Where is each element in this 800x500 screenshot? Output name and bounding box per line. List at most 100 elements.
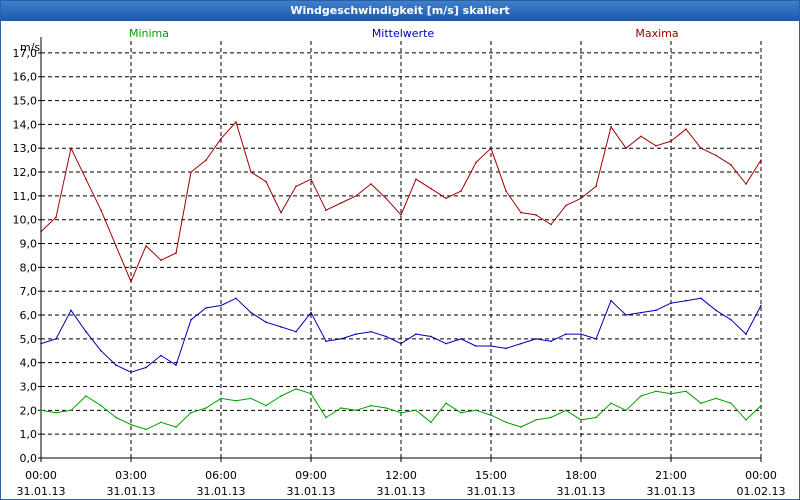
legend-mittelwerte: Mittelwerte	[372, 27, 435, 40]
data-point-minima	[400, 411, 402, 414]
data-point-maxima	[535, 214, 537, 216]
data-point-maxima	[295, 185, 297, 188]
data-point-maxima	[445, 197, 447, 200]
data-point-minima	[160, 421, 162, 424]
data-point-minima	[220, 397, 222, 400]
y-tick-label: 16,0	[13, 71, 38, 84]
data-point-maxima	[520, 211, 522, 214]
data-point-minima	[85, 395, 87, 397]
wind-speed-chart: 0,0 1,0 2,0 3,0 4,0 5,0 6,0 7,0 8,0 9,0 10,0 11,0 12…	[13, 27, 786, 498]
y-tick-label: 2,0	[20, 404, 38, 417]
data-point-maxima	[700, 147, 702, 150]
data-point-mittelwerte	[490, 345, 492, 347]
y-tick-label: 3,0	[20, 381, 38, 394]
data-point-maxima	[190, 171, 192, 173]
data-point-minima	[40, 409, 42, 412]
x-tick-date-label: 31.01.13	[287, 485, 336, 498]
data-point-mittelwerte	[160, 354, 162, 357]
legend-minima: Minima	[129, 27, 169, 40]
data-point-mittelwerte	[355, 333, 357, 335]
data-point-maxima	[100, 209, 102, 211]
data-point-maxima	[550, 223, 552, 226]
data-point-minima	[100, 404, 102, 407]
data-point-maxima	[715, 154, 717, 157]
data-point-mittelwerte	[730, 318, 732, 321]
data-point-mittelwerte	[655, 309, 657, 312]
x-tick-date-label: 31.01.13	[647, 485, 696, 498]
x-tick-date-label: 31.01.13	[197, 485, 246, 498]
data-point-minima	[475, 409, 477, 412]
data-point-minima	[655, 390, 657, 393]
data-point-maxima	[640, 135, 642, 138]
data-point-mittelwerte	[370, 330, 372, 333]
data-point-minima	[565, 409, 567, 412]
data-point-maxima	[745, 183, 747, 185]
data-point-maxima	[400, 214, 402, 216]
x-tick-time-label: 00:00	[25, 469, 57, 482]
data-point-minima	[280, 395, 282, 397]
data-point-mittelwerte	[250, 311, 252, 314]
data-point-mittelwerte	[700, 297, 702, 300]
y-tick-label: 4,0	[20, 357, 38, 370]
data-point-minima	[595, 416, 597, 419]
data-point-mittelwerte	[580, 333, 582, 335]
data-point-maxima	[370, 183, 372, 185]
x-tick-time-label: 18:00	[565, 469, 597, 482]
data-point-maxima	[115, 245, 117, 247]
data-point-maxima	[385, 197, 387, 200]
window-title: Windgeschwindigkeit [m/s] skaliert	[1, 1, 799, 21]
data-point-mittelwerte	[265, 321, 267, 323]
y-tick-label: 0,0	[20, 452, 38, 465]
data-point-maxima	[355, 195, 357, 197]
legend-maxima: Maxima	[635, 27, 678, 40]
data-point-maxima	[85, 178, 87, 181]
data-point-maxima	[730, 164, 732, 166]
y-tick-label: 8,0	[20, 261, 38, 274]
x-tick-date-label: 31.01.13	[377, 485, 426, 498]
data-point-maxima	[325, 209, 327, 211]
data-point-mittelwerte	[520, 342, 522, 345]
data-point-mittelwerte	[625, 314, 627, 316]
x-tick-time-label: 15:00	[475, 469, 507, 482]
data-point-minima	[340, 407, 342, 409]
data-point-mittelwerte	[385, 335, 387, 338]
data-point-maxima	[175, 252, 177, 254]
data-point-mittelwerte	[280, 326, 282, 328]
data-point-minima	[685, 390, 687, 393]
chart-window: Windgeschwindigkeit [m/s] skaliert 0,0 1,…	[0, 0, 800, 500]
data-point-mittelwerte	[400, 342, 402, 345]
data-point-minima	[355, 409, 357, 412]
data-point-maxima	[505, 190, 507, 192]
x-tick-date-label: 31.01.13	[107, 485, 156, 498]
data-point-minima	[385, 407, 387, 409]
data-point-minima	[625, 409, 627, 412]
data-point-maxima	[430, 187, 432, 190]
data-point-maxima	[280, 211, 282, 214]
x-tick-time-label: 12:00	[385, 469, 417, 482]
y-tick-label: 14,0	[13, 118, 38, 131]
data-point-maxima	[145, 245, 147, 247]
data-point-maxima	[595, 185, 597, 188]
x-tick-date-label: 31.01.13	[467, 485, 516, 498]
data-point-mittelwerte	[340, 338, 342, 340]
data-point-mittelwerte	[535, 338, 537, 340]
data-point-maxima	[40, 230, 42, 233]
data-point-maxima	[235, 121, 237, 123]
y-tick-label: 5,0	[20, 333, 38, 346]
data-point-minima	[235, 400, 237, 402]
data-point-mittelwerte	[685, 299, 687, 302]
data-point-maxima	[685, 128, 687, 130]
y-tick-label: 12,0	[13, 166, 38, 179]
data-point-mittelwerte	[715, 309, 717, 312]
data-point-maxima	[475, 161, 477, 164]
data-point-maxima	[760, 159, 762, 161]
data-point-mittelwerte	[445, 342, 447, 345]
y-tick-label: 11,0	[13, 190, 38, 203]
data-point-minima	[250, 397, 252, 400]
data-point-mittelwerte	[325, 340, 327, 343]
series-line-maxima	[40, 121, 762, 283]
data-point-minima	[115, 416, 117, 419]
data-point-mittelwerte	[85, 330, 87, 333]
x-tick-date-label: 01.02.13	[737, 485, 786, 498]
y-tick-label: 10,0	[13, 214, 38, 227]
